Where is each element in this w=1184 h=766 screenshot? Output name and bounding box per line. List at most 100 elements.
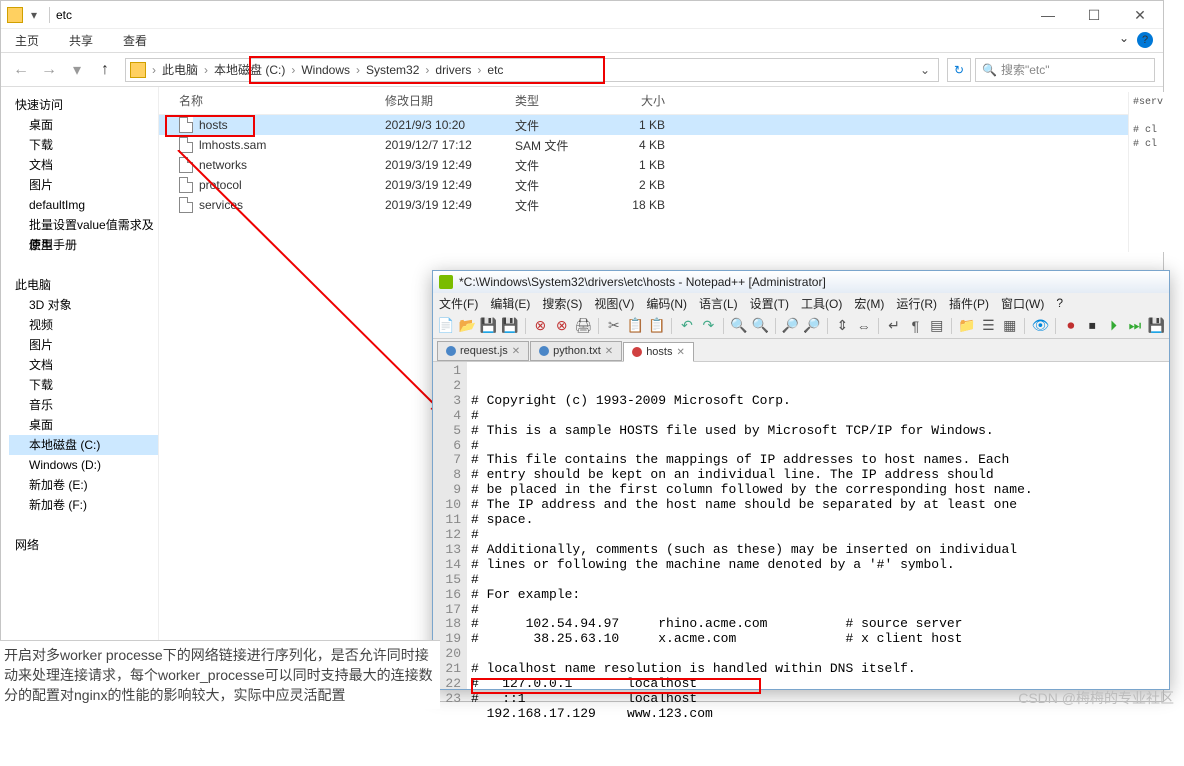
refresh-button[interactable]: ↻ [947,58,971,82]
help-icon[interactable]: ? [1137,32,1153,48]
sidebar-item[interactable]: Windows (D:) [9,455,158,475]
ribbon-tab-share[interactable]: 共享 [69,32,93,49]
sidebar-item[interactable]: 使用手册 [9,235,158,255]
paste-icon[interactable]: 📋 [648,317,665,335]
sync-h-icon[interactable]: ⇔ [855,317,872,335]
breadcrumb[interactable]: › 此电脑 › 本地磁盘 (C:) › Windows › System32 ›… [125,58,939,82]
copy-icon[interactable]: 📋 [627,317,644,335]
menu-run[interactable]: 运行(R) [896,295,937,312]
sidebar-item[interactable]: 图片 [9,335,158,355]
sidebar-item-quick-access[interactable]: 快速访问 [9,95,158,115]
breadcrumb-item[interactable]: 此电脑 [158,61,202,78]
editor-tab[interactable]: hosts ✕ [623,342,694,362]
show-all-chars-icon[interactable]: ¶ [907,317,924,335]
redo-icon[interactable]: ↷ [700,317,717,335]
menu-language[interactable]: 语言(L) [699,295,738,312]
sidebar-item[interactable]: 3D 对象 [9,295,158,315]
sidebar-item[interactable]: 桌面 [9,115,158,135]
column-name[interactable]: 名称 [159,92,385,109]
stop-macro-icon[interactable]: ⏹ [1084,317,1101,335]
function-list-icon[interactable]: ☰ [980,317,997,335]
annotation-highlight [471,678,761,694]
editor-tab[interactable]: python.txt ✕ [530,341,622,361]
monitoring-icon[interactable]: 👁 [1031,317,1049,335]
back-button[interactable]: ← [9,58,33,82]
undo-icon[interactable]: ↶ [678,317,695,335]
sidebar-item[interactable]: 图片 [9,175,158,195]
sidebar-item[interactable]: 新加卷 (E:) [9,475,158,495]
indent-guide-icon[interactable]: ▤ [928,317,945,335]
sidebar-item[interactable]: 视频 [9,315,158,335]
play-macro-icon[interactable]: ⏵ [1105,317,1122,335]
sidebar-item[interactable]: 音乐 [9,395,158,415]
menu-window[interactable]: 窗口(W) [1001,295,1044,312]
close-button[interactable]: ✕ [1117,1,1163,29]
chevron-down-icon[interactable]: ▾ [25,6,43,24]
wordwrap-icon[interactable]: ↵ [885,317,902,335]
file-row[interactable]: lmhosts.sam 2019/12/7 17:12 SAM 文件 4 KB [159,135,1163,155]
sidebar-item[interactable]: 下载 [9,375,158,395]
sync-v-icon[interactable]: ⇕ [834,317,851,335]
sidebar-item[interactable]: 文档 [9,155,158,175]
menu-help[interactable]: ? [1056,296,1063,310]
menu-encoding[interactable]: 编码(N) [646,295,687,312]
record-macro-icon[interactable]: ⏺ [1062,317,1079,335]
sidebar-item[interactable]: 桌面 [9,415,158,435]
file-row[interactable]: networks 2019/3/19 12:49 文件 1 KB [159,155,1163,175]
editor-tab[interactable]: request.js ✕ [437,341,529,361]
save-macro-icon[interactable]: 💾 [1148,317,1165,335]
close-icon[interactable]: ⊗ [532,317,549,335]
recent-dropdown[interactable]: ▾ [65,58,89,82]
search-input[interactable]: 🔍 搜索"etc" [975,58,1155,82]
column-type[interactable]: 类型 [515,92,615,109]
ribbon-tab-view[interactable]: 查看 [123,32,147,49]
tab-close-icon[interactable]: ✕ [512,346,520,357]
up-button[interactable]: ↑ [93,58,117,82]
folder-as-workspace-icon[interactable]: 📁 [958,317,975,335]
menu-plugins[interactable]: 插件(P) [949,295,989,312]
sidebar-item[interactable]: 批量设置value值需求及原型 [9,215,158,235]
forward-button[interactable]: → [37,58,61,82]
find-icon[interactable]: 🔍 [730,317,747,335]
save-icon[interactable]: 💾 [480,317,497,335]
menu-tools[interactable]: 工具(O) [801,295,842,312]
print-icon[interactable]: 🖨 [574,317,592,335]
zoom-in-icon[interactable]: 🔎 [782,317,799,335]
open-file-icon[interactable]: 📂 [458,317,475,335]
sidebar-item-this-pc[interactable]: 此电脑 [9,275,158,295]
sidebar-item[interactable]: 新加卷 (F:) [9,495,158,515]
ribbon-tab-home[interactable]: 主页 [15,32,39,49]
menu-settings[interactable]: 设置(T) [750,295,789,312]
sidebar-item[interactable]: defaultImg [9,195,158,215]
column-date[interactable]: 修改日期 [385,92,515,109]
sidebar-item-drive-c[interactable]: 本地磁盘 (C:) [9,435,158,455]
save-all-icon[interactable]: 💾 [501,317,518,335]
editor-area[interactable]: 1234567891011121314151617181920212223 # … [433,361,1169,689]
column-size[interactable]: 大小 [615,92,675,109]
doc-map-icon[interactable]: ▦ [1001,317,1018,335]
sidebar-item-network[interactable]: 网络 [9,535,158,555]
code-content[interactable]: # Copyright (c) 1993-2009 Microsoft Corp… [467,362,1169,689]
replace-icon[interactable]: 🔍 [751,317,768,335]
breadcrumb-dropdown-icon[interactable]: ⌄ [916,63,934,77]
menu-search[interactable]: 搜索(S) [542,295,582,312]
close-all-icon[interactable]: ⊗ [553,317,570,335]
menu-edit[interactable]: 编辑(E) [490,295,530,312]
minimize-button[interactable]: — [1025,1,1071,29]
cut-icon[interactable]: ✂ [605,317,622,335]
file-row[interactable]: hosts 2021/9/3 10:20 文件 1 KB [159,115,1163,135]
new-file-icon[interactable]: 📄 [437,317,454,335]
tab-close-icon[interactable]: ✕ [676,347,684,358]
sidebar-item[interactable]: 下载 [9,135,158,155]
play-multi-icon[interactable]: ⏭ [1126,317,1143,335]
file-row[interactable]: services 2019/3/19 12:49 文件 18 KB [159,195,1163,215]
zoom-out-icon[interactable]: 🔎 [803,317,820,335]
sidebar-item[interactable]: 文档 [9,355,158,375]
maximize-button[interactable]: ☐ [1071,1,1117,29]
tab-close-icon[interactable]: ✕ [605,346,613,357]
menu-view[interactable]: 视图(V) [594,295,634,312]
ribbon-collapse-icon[interactable]: ⌄ [1119,31,1129,45]
menu-file[interactable]: 文件(F) [439,295,478,312]
file-row[interactable]: protocol 2019/3/19 12:49 文件 2 KB [159,175,1163,195]
menu-macro[interactable]: 宏(M) [854,295,884,312]
